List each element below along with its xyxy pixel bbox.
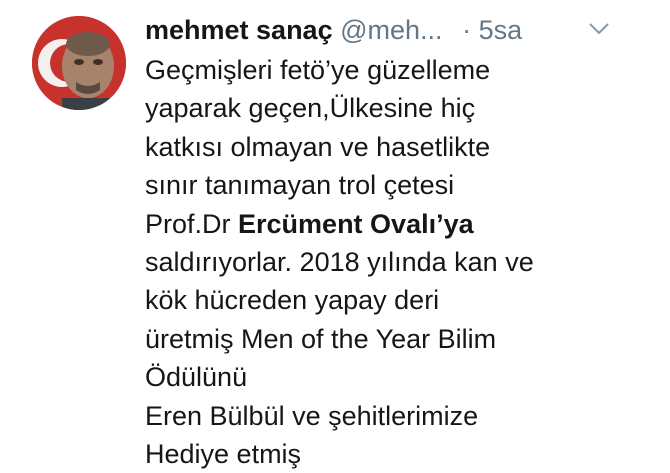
tweet-line: Prof.Dr Ercüment Ovalı’ya [145, 205, 660, 243]
tweet-text: Geçmişleri fetö’ye güzelleme yaparak geç… [145, 51, 660, 473]
author-handle[interactable]: @meh... [340, 15, 442, 45]
tweet-line: yaparak geçen,Ülkesine hiç [145, 93, 476, 124]
tweet-timestamp[interactable]: 5sa [479, 15, 523, 45]
author-display-name[interactable]: mehmet sanaç [145, 15, 333, 45]
tweet-line: saldırıyorlar. 2018 yılında kan ve [145, 246, 534, 277]
tweet-line: Hediye etmiş [145, 438, 302, 469]
chevron-down-icon [589, 23, 609, 35]
tweet-line: üretmiş Men of the Year Bilim [145, 323, 497, 354]
bold-name: Ercüment Ovalı’ya [238, 208, 474, 239]
tweet-header: mehmet sanaç @meh... · 5sa [145, 12, 645, 52]
tweet-menu-button[interactable] [587, 19, 611, 39]
tweet-line: sınır tanımayan trol çetesi [145, 170, 455, 201]
tweet-line: Geçmişleri fetö’ye güzelleme [145, 55, 491, 85]
author-avatar[interactable] [32, 16, 126, 110]
tweet-line: katkısı olmayan ve hasetlikte [145, 131, 491, 162]
tweet-line-prefix: Prof.Dr [145, 208, 239, 239]
tweet[interactable]: mehmet sanaç @meh... · 5sa Geçmişleri fe… [0, 0, 670, 471]
tweet-line: Eren Bülbül ve şehitlerimize [145, 400, 479, 431]
tweet-line: kök hücreden yapay deri [145, 285, 440, 316]
user-avatar-photo [32, 16, 126, 110]
tweet-line: Ödülünü [145, 362, 248, 393]
separator-dot: · [462, 15, 472, 45]
